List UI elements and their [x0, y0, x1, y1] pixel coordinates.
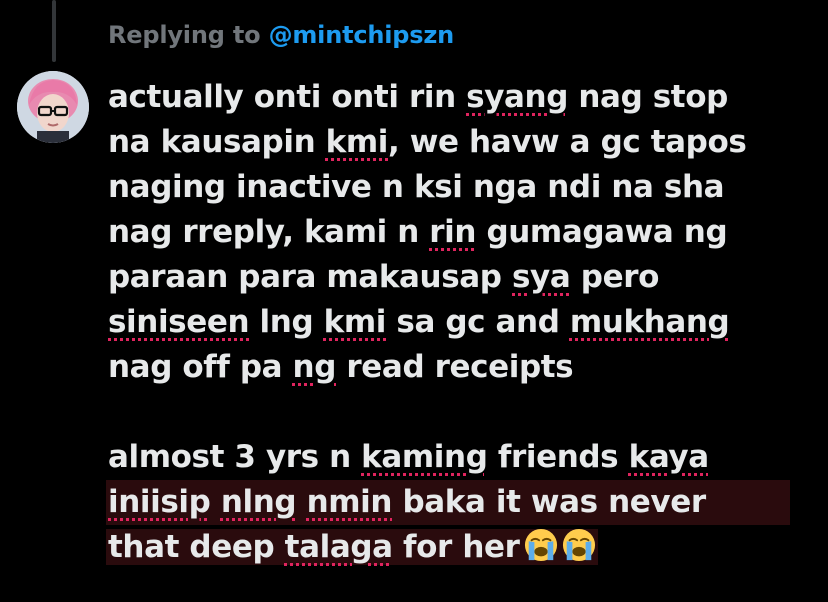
loudly-crying-face-icon: [524, 528, 557, 562]
text-segment: friends: [487, 439, 629, 475]
text-segment: baka it was never: [392, 484, 706, 520]
text-segment: lng: [249, 304, 324, 340]
tweet-line: na kausapin kmi, we havw a gc tapos: [108, 120, 808, 165]
text-segment: read receipts: [336, 349, 574, 385]
text-segment: sa gc and: [386, 304, 570, 340]
text-segment: actually onti onti rin: [108, 79, 467, 115]
tweet-text: actually onti onti rin syang nag stop na …: [106, 75, 808, 570]
text-segment: naging inactive n ksi nga ndi na sha: [108, 169, 725, 205]
replying-to-label: Replying to: [108, 21, 261, 49]
tweet-paragraph-1: actually onti onti rin syang nag stop na …: [108, 75, 808, 390]
thread-connector-line: [52, 0, 56, 62]
misspelled-word: nmin: [306, 484, 393, 520]
misspelled-word: sya: [512, 259, 571, 295]
tweet-line: almost 3 yrs n kaming friends kaya: [108, 435, 808, 480]
misspelled-word: syang: [466, 79, 568, 115]
text-segment: paraan para makausap: [108, 259, 512, 295]
misspelled-word: kaya: [628, 439, 710, 475]
loudly-crying-face-icon: [562, 528, 595, 562]
misspelled-word: iniisip: [108, 484, 211, 520]
text-segment: nag off pa: [108, 349, 293, 385]
text-segment: , we havw a gc tapos: [388, 124, 747, 160]
text-segment: almost 3 yrs n: [108, 439, 362, 475]
text-segment: nag rreply, kami n: [108, 214, 430, 250]
tweet-line: siniseen lng kmi sa gc and mukhang: [108, 300, 808, 345]
misspelled-word: kmi: [323, 304, 387, 340]
text-segment: na kausapin: [108, 124, 326, 160]
tweet-line: iniisip nlng nmin baka it was never: [106, 480, 808, 525]
text-highlight: that deep talaga for her: [106, 528, 598, 565]
misspelled-word: mukhang: [569, 304, 730, 340]
text-segment: [296, 484, 306, 520]
reply-context: Replying to @mintchipszn: [108, 21, 454, 49]
misspelled-word: kmi: [325, 124, 389, 160]
text-highlight: iniisip nlng nmin baka it was never: [106, 480, 790, 525]
tweet-line: naging inactive n ksi nga ndi na sha: [108, 165, 808, 210]
misspelled-word: nlng: [220, 484, 297, 520]
misspelled-word: kaming: [361, 439, 488, 475]
tweet-line: nag off pa ng read receipts: [108, 345, 808, 390]
mention-link[interactable]: @mintchipszn: [269, 21, 455, 49]
tweet-line: nag rreply, kami n rin gumagawa ng: [108, 210, 808, 255]
misspelled-word: talaga: [284, 529, 393, 565]
tweet-line: paraan para makausap sya pero: [108, 255, 808, 300]
misspelled-word: rin: [429, 214, 477, 250]
avatar[interactable]: [17, 71, 89, 143]
text-segment: pero: [570, 259, 660, 295]
tweet-paragraph-2: almost 3 yrs n kaming friends kaya iniisi…: [106, 435, 808, 570]
misspelled-word: siniseen: [108, 304, 250, 340]
text-segment: for her: [392, 529, 520, 565]
text-segment: that deep: [108, 529, 285, 565]
text-segment: gumagawa ng: [476, 214, 728, 250]
misspelled-word: ng: [292, 349, 337, 385]
tweet-line: that deep talaga for her: [106, 525, 808, 570]
text-segment: nag stop: [567, 79, 728, 115]
text-segment: [210, 484, 220, 520]
tweet-line: actually onti onti rin syang nag stop: [108, 75, 808, 120]
